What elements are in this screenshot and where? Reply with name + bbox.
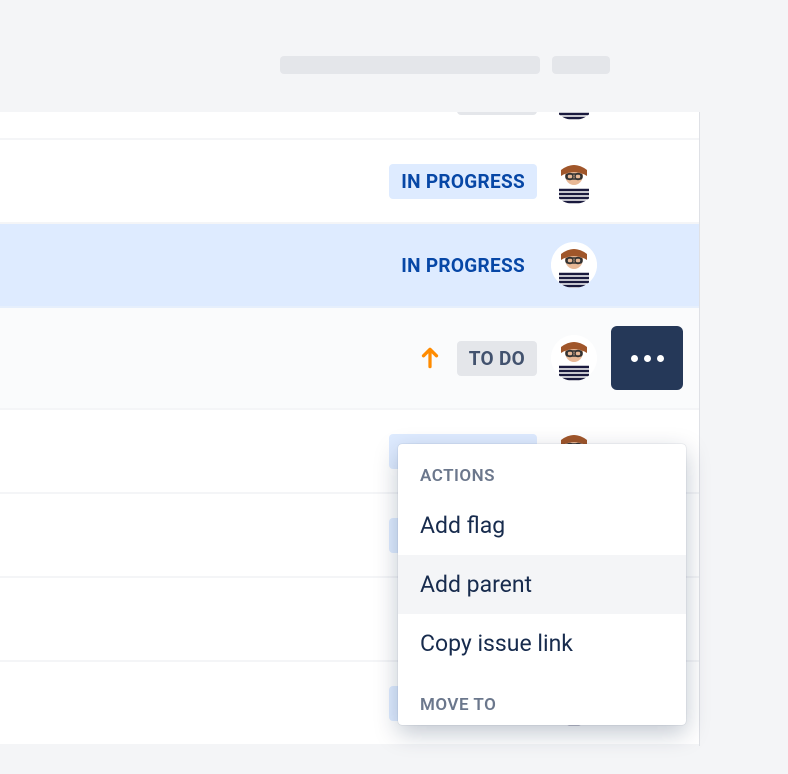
placeholder-skeleton (552, 56, 610, 74)
more-actions-button[interactable] (611, 326, 683, 390)
assignee-avatar[interactable] (551, 242, 597, 288)
status-badge[interactable]: IN PROGRESS (389, 248, 537, 283)
dropdown-item-add-parent[interactable]: Add parent (398, 555, 686, 614)
actions-dropdown: ACTIONS Add flag Add parent Copy issue l… (398, 444, 686, 725)
header-area (0, 56, 700, 112)
issue-row[interactable]: IN PROGRESS (0, 224, 699, 308)
dropdown-section-header: MOVE TO (398, 673, 686, 725)
ellipsis-icon (631, 355, 664, 362)
issue-row[interactable]: IN PROGRESS (0, 140, 699, 224)
priority-up-icon (417, 345, 443, 371)
dropdown-section-header: ACTIONS (398, 444, 686, 496)
dropdown-item-add-flag[interactable]: Add flag (398, 496, 686, 555)
status-badge[interactable]: TO DO (457, 341, 537, 376)
issue-row[interactable]: TO DO (0, 308, 699, 410)
assignee-avatar[interactable] (551, 158, 597, 204)
dropdown-item-copy-link[interactable]: Copy issue link (398, 614, 686, 673)
placeholder-skeleton (280, 56, 540, 74)
assignee-avatar[interactable] (551, 335, 597, 381)
status-badge[interactable]: IN PROGRESS (389, 164, 537, 199)
